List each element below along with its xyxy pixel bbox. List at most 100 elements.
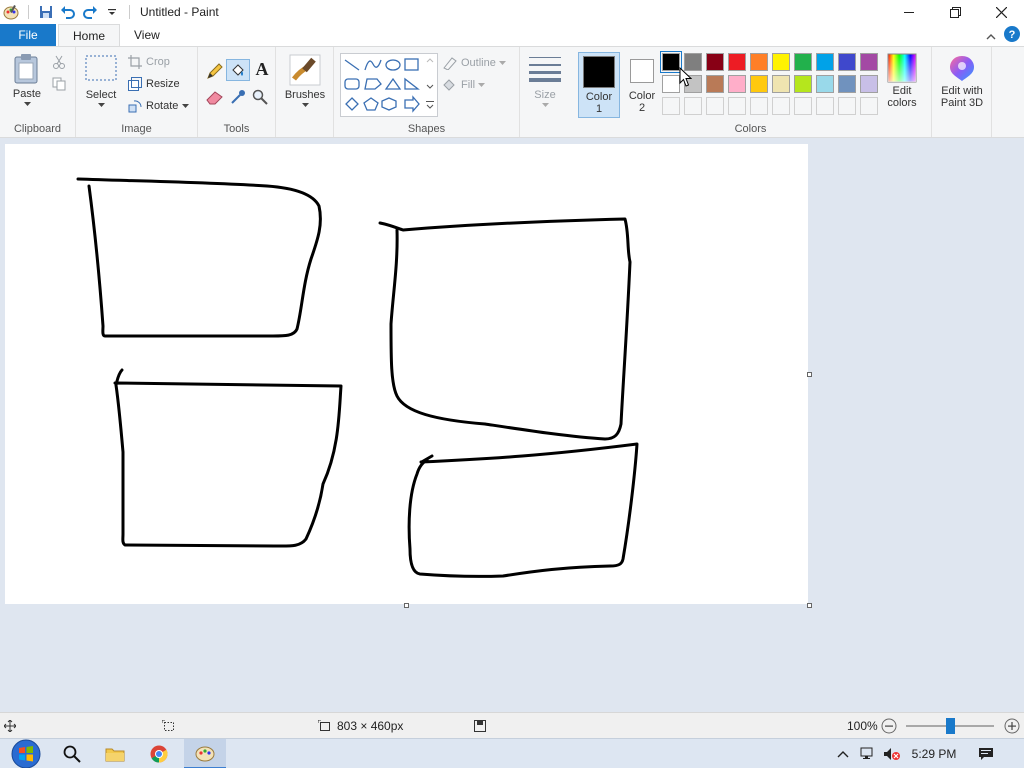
palette-color-swatch[interactable]: [728, 75, 746, 93]
custom-color-slot[interactable]: [772, 97, 790, 115]
palette-color-swatch[interactable]: [706, 75, 724, 93]
save-icon[interactable]: [37, 3, 55, 21]
drawing-canvas[interactable]: [5, 144, 808, 604]
select-button[interactable]: Select: [84, 55, 118, 108]
tab-file[interactable]: File: [0, 24, 56, 46]
palette-color-swatch[interactable]: [750, 75, 768, 93]
crop-button[interactable]: Crop: [128, 55, 170, 69]
canvas-drawing: [76, 177, 639, 578]
diamond-shape-icon[interactable]: [345, 97, 359, 111]
eraser-icon[interactable]: [206, 89, 224, 108]
curve-shape-icon[interactable]: [364, 59, 382, 71]
custom-color-slot[interactable]: [838, 97, 856, 115]
palette-color-swatch[interactable]: [860, 53, 878, 71]
palette-color-swatch[interactable]: [750, 53, 768, 71]
rectangle-shape-icon[interactable]: [404, 58, 419, 71]
canvas-resize-handle-right[interactable]: [807, 372, 812, 377]
color-1-button[interactable]: Color 1: [578, 52, 620, 118]
palette-color-swatch[interactable]: [816, 75, 834, 93]
shapes-scroll[interactable]: [424, 55, 436, 115]
cut-icon[interactable]: [52, 55, 66, 72]
magnifier-icon[interactable]: [252, 89, 268, 108]
right-arrow-shape-icon[interactable]: [404, 95, 420, 113]
chrome-taskbar[interactable]: [144, 739, 174, 768]
file-explorer-taskbar[interactable]: [100, 739, 130, 768]
palette-color-swatch[interactable]: [706, 53, 724, 71]
canvas-resize-handle-corner[interactable]: [807, 603, 812, 608]
brushes-button[interactable]: Brushes: [284, 53, 326, 108]
canvas-resize-handle-bottom[interactable]: [404, 603, 409, 608]
palette-color-swatch[interactable]: [838, 53, 856, 71]
paint-app-icon[interactable]: [2, 3, 20, 21]
fill-button[interactable]: Fill: [442, 78, 486, 92]
paint-icon: [195, 746, 215, 762]
pentagon-shape-icon[interactable]: [363, 97, 379, 111]
paint-taskbar[interactable]: [184, 739, 226, 768]
network-tray-icon[interactable]: [858, 739, 878, 768]
search-button[interactable]: [58, 739, 86, 768]
palette-color-swatch[interactable]: [860, 75, 878, 93]
collapse-ribbon-icon[interactable]: [986, 29, 996, 43]
custom-color-slot[interactable]: [728, 97, 746, 115]
colors-group-label: Colors: [734, 123, 767, 135]
palette-color-swatch[interactable]: [838, 75, 856, 93]
palette-color-swatch[interactable]: [816, 53, 834, 71]
paste-button[interactable]: Paste: [8, 53, 46, 107]
color-2-button[interactable]: Color 2: [622, 52, 662, 118]
copy-icon[interactable]: [52, 77, 66, 94]
minimize-button[interactable]: [886, 0, 932, 24]
palette-color-swatch[interactable]: [662, 75, 680, 93]
start-button[interactable]: [6, 739, 46, 768]
restore-button[interactable]: [932, 0, 978, 24]
edit-colors-button[interactable]: Edit colors: [882, 53, 922, 109]
rotate-button[interactable]: Rotate: [128, 99, 190, 113]
show-hidden-icons-button[interactable]: [834, 739, 852, 768]
palette-color-swatch[interactable]: [772, 75, 790, 93]
action-center-button[interactable]: [974, 739, 998, 768]
volume-tray-icon[interactable]: [882, 739, 902, 768]
tab-home[interactable]: Home: [58, 24, 121, 46]
help-icon[interactable]: ?: [1004, 26, 1020, 45]
size-button[interactable]: Size: [528, 55, 562, 108]
shapes-group: Outline Fill Shapes: [334, 47, 520, 137]
line-shape-icon[interactable]: [344, 59, 360, 71]
outline-button[interactable]: Outline: [442, 56, 506, 70]
palette-color-swatch[interactable]: [794, 53, 812, 71]
customize-qat-icon[interactable]: [103, 3, 121, 21]
custom-color-slot[interactable]: [794, 97, 812, 115]
hexagon-shape-icon[interactable]: [381, 97, 397, 111]
oval-shape-icon[interactable]: [385, 59, 401, 71]
triangle-shape-icon[interactable]: [384, 77, 402, 90]
tab-view[interactable]: View: [120, 24, 174, 46]
edit-with-paint-3d-label-1: Edit with: [941, 85, 983, 97]
palette-color-swatch[interactable]: [660, 51, 682, 73]
text-tool-icon[interactable]: A: [254, 59, 270, 81]
palette-color-swatch[interactable]: [728, 53, 746, 71]
resize-button[interactable]: Resize: [128, 77, 180, 91]
zoom-out-button[interactable]: [881, 713, 897, 739]
undo-icon[interactable]: [59, 3, 77, 21]
outline-label: Outline: [461, 57, 496, 69]
polygon-shape-icon[interactable]: [364, 78, 382, 90]
edit-with-paint-3d-button[interactable]: Edit with Paint 3D: [934, 53, 990, 109]
redo-icon[interactable]: [81, 3, 99, 21]
custom-color-slot[interactable]: [860, 97, 878, 115]
custom-color-slot[interactable]: [662, 97, 680, 115]
zoom-in-button[interactable]: [1004, 713, 1020, 739]
close-button[interactable]: [978, 0, 1024, 24]
custom-color-slot[interactable]: [750, 97, 768, 115]
custom-color-slot[interactable]: [706, 97, 724, 115]
right-triangle-shape-icon[interactable]: [404, 77, 420, 90]
taskbar-clock[interactable]: 5:29 PM: [906, 739, 962, 768]
custom-color-slot[interactable]: [816, 97, 834, 115]
palette-color-swatch[interactable]: [772, 53, 790, 71]
pencil-icon[interactable]: [206, 62, 224, 83]
palette-color-swatch[interactable]: [794, 75, 812, 93]
rounded-rectangle-shape-icon[interactable]: [344, 78, 360, 90]
color-palette: [660, 51, 882, 119]
fill-bucket-icon[interactable]: [226, 59, 250, 81]
zoom-slider-thumb[interactable]: [946, 718, 955, 734]
color-picker-icon[interactable]: [230, 89, 246, 108]
custom-color-slot[interactable]: [684, 97, 702, 115]
chrome-icon: [150, 745, 168, 763]
